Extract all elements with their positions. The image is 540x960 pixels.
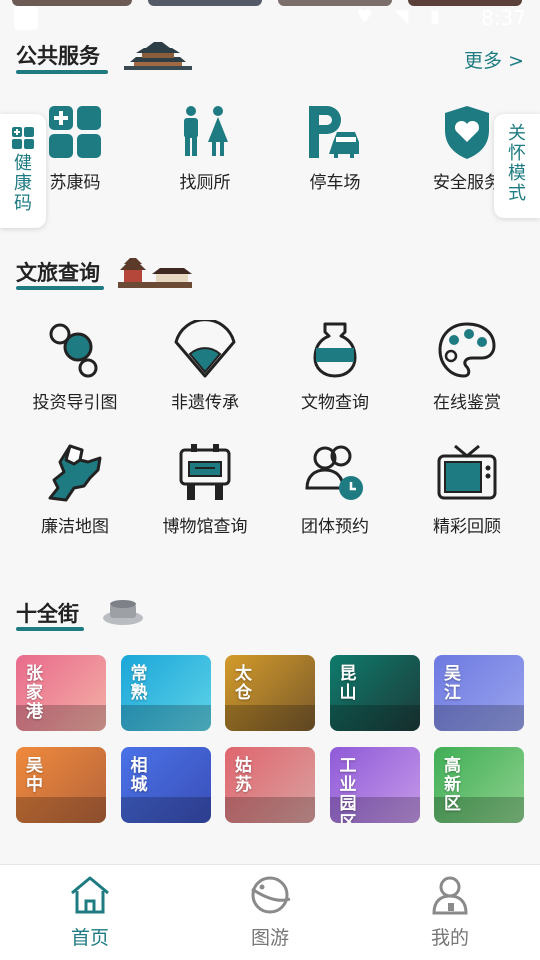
restroom-icon xyxy=(184,106,228,156)
tv-icon xyxy=(437,444,497,500)
nav-label: 图游 xyxy=(250,927,289,949)
home-icon xyxy=(71,876,109,914)
district-tile[interactable]: 高新区 xyxy=(434,747,524,823)
parking-icon xyxy=(309,106,359,158)
palette-icon xyxy=(438,322,496,378)
tile-scenery xyxy=(434,705,524,731)
tile-scenery xyxy=(120,705,211,731)
status-bar: ♥ ◥ ▮ 8:37 xyxy=(0,0,540,32)
nav-home[interactable]: 首页 xyxy=(30,875,150,950)
query-label: 在线鉴赏 xyxy=(433,393,501,413)
more-link[interactable]: 更多 > xyxy=(464,46,524,73)
investment-map-icon xyxy=(49,323,98,378)
service-parking[interactable]: 停车场 xyxy=(270,104,400,193)
health-code-small-icon xyxy=(12,127,34,149)
group-booking-icon xyxy=(305,445,363,500)
query-cultural-relics[interactable]: 文物查询 xyxy=(270,320,400,413)
health-code-side-tab[interactable]: 健康码 xyxy=(0,114,46,228)
health-code-icon xyxy=(49,106,101,158)
district-tile[interactable]: 太仓 xyxy=(225,655,315,731)
query-label: 博物馆查询 xyxy=(162,517,248,537)
notification-icon xyxy=(14,6,38,30)
district-tile[interactable]: 常熟 xyxy=(120,655,211,731)
nav-label: 我的 xyxy=(430,927,469,949)
query-label: 非遗传承 xyxy=(171,393,239,413)
tile-scenery xyxy=(329,705,420,731)
query-label: 廉洁地图 xyxy=(41,517,109,537)
query-integrity-map[interactable]: 廉洁地图 xyxy=(10,442,140,537)
tile-scenery xyxy=(225,797,315,823)
district-name: 张家港 xyxy=(26,664,43,722)
query-investment-map[interactable]: 投资导引图 xyxy=(10,320,140,413)
district-name: 相城 xyxy=(130,756,148,795)
planet-icon xyxy=(251,876,291,914)
query-museum[interactable]: 博物馆查询 xyxy=(140,442,270,537)
district-tile[interactable]: 相城 xyxy=(120,747,211,823)
nav-profile[interactable]: 我的 xyxy=(390,875,510,950)
tile-scenery xyxy=(16,797,106,823)
section-underline xyxy=(16,70,108,74)
district-tile[interactable]: 吴江 xyxy=(434,655,524,731)
section-title-public-services: 公共服务 xyxy=(16,44,100,68)
service-find-restroom[interactable]: 找厕所 xyxy=(140,104,270,193)
incense-burner-decoration-icon xyxy=(103,600,143,625)
tile-scenery xyxy=(120,797,211,823)
district-name: 工业园区 xyxy=(339,756,357,824)
banner-thumb xyxy=(148,0,262,6)
district-name: 常熟 xyxy=(130,664,148,703)
district-tile[interactable]: 姑苏 xyxy=(225,747,315,823)
service-label: 找厕所 xyxy=(179,173,231,193)
signal-icons: ♥ ◥ ▮ xyxy=(356,6,448,27)
district-tile[interactable]: 昆山 xyxy=(329,655,420,731)
nav-label: 首页 xyxy=(70,927,109,949)
museum-icon xyxy=(179,444,231,500)
query-label: 团体预约 xyxy=(301,517,369,537)
section-title-culture-query: 文旅查询 xyxy=(16,261,100,285)
service-label: 停车场 xyxy=(309,173,361,193)
pagoda-decoration-icon xyxy=(124,42,192,70)
district-name: 姑苏 xyxy=(235,756,252,795)
district-name: 昆山 xyxy=(339,664,357,703)
query-label: 文物查询 xyxy=(301,393,369,413)
query-online-appreciation[interactable]: 在线鉴赏 xyxy=(402,320,532,413)
district-tile[interactable]: 工业园区 xyxy=(329,747,420,824)
side-tab-label: 关怀模式 xyxy=(508,123,526,204)
district-name: 高新区 xyxy=(444,756,461,814)
region-map-icon xyxy=(48,444,102,502)
side-tab-label: 健康码 xyxy=(14,153,32,214)
profile-icon xyxy=(432,876,468,915)
section-title-ten-streets: 十全街 xyxy=(16,602,79,626)
query-highlights[interactable]: 精彩回顾 xyxy=(402,442,532,537)
query-label: 精彩回顾 xyxy=(433,517,501,537)
status-time: 8:37 xyxy=(481,6,526,30)
district-tile[interactable]: 张家港 xyxy=(16,655,106,731)
query-label: 投资导引图 xyxy=(32,393,118,413)
district-tile[interactable]: 吴中 xyxy=(16,747,106,823)
fan-icon xyxy=(174,320,236,378)
section-underline xyxy=(16,627,84,631)
tile-scenery xyxy=(225,705,315,731)
section-underline xyxy=(16,286,104,290)
vase-icon xyxy=(313,322,357,378)
query-group-booking[interactable]: 团体预约 xyxy=(270,442,400,537)
query-intangible-heritage[interactable]: 非遗传承 xyxy=(140,320,270,413)
district-name: 吴中 xyxy=(26,756,43,795)
care-mode-side-tab[interactable]: 关怀模式 xyxy=(494,114,540,218)
district-name: 太仓 xyxy=(235,664,252,703)
bottom-navigation: 首页 图游 我的 xyxy=(0,864,540,960)
temple-decoration-icon xyxy=(118,258,192,288)
district-name: 吴江 xyxy=(444,664,461,703)
nav-map-tour[interactable]: 图游 xyxy=(210,875,330,950)
shield-heart-icon xyxy=(445,106,489,159)
